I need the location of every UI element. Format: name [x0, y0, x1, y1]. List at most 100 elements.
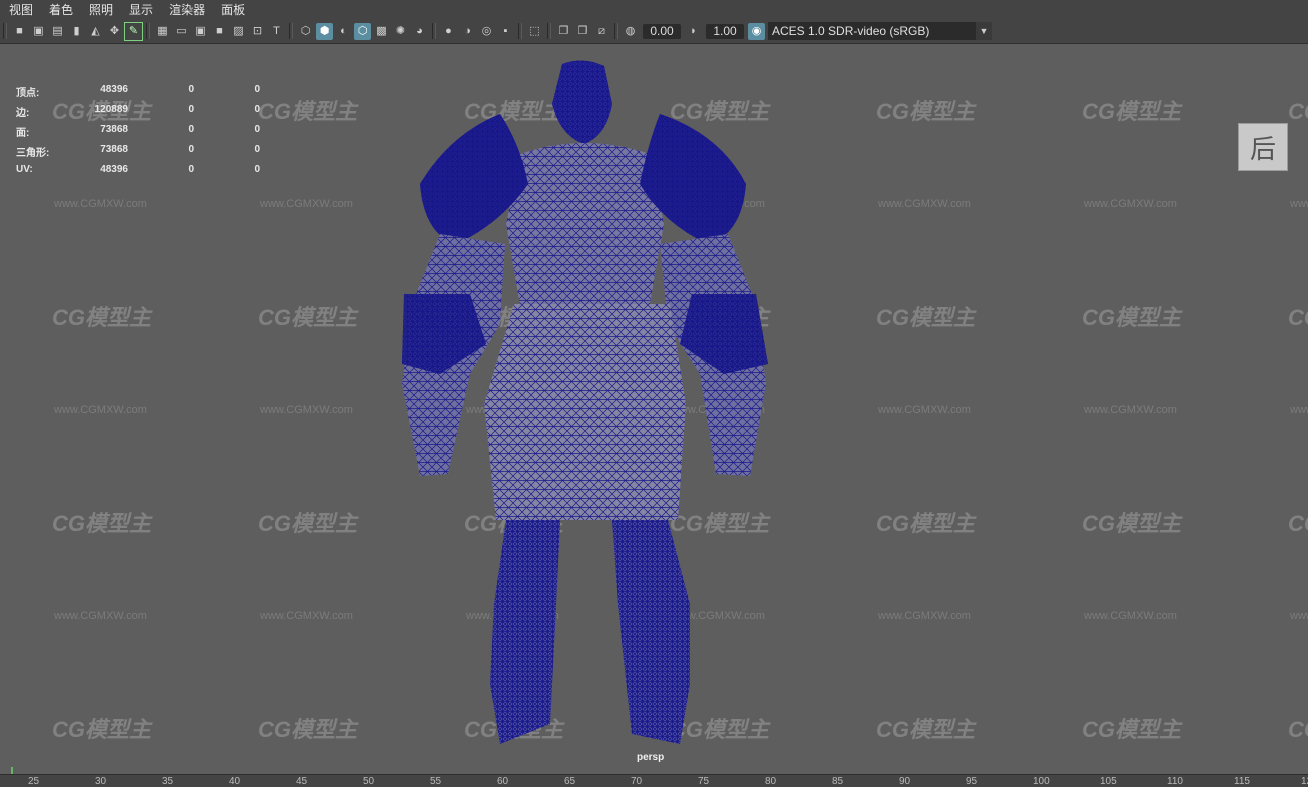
hud-value: 0: [254, 124, 260, 135]
timeline-tick-label: 30: [95, 776, 107, 787]
toolbar-separator: [432, 23, 436, 39]
chevron-down-icon: ▼: [976, 22, 992, 40]
xray-joints-icon[interactable]: ❐: [574, 23, 591, 40]
hud-row: UV: 48396 0 0: [16, 164, 260, 184]
menu-view[interactable]: 视图: [0, 1, 40, 18]
gate-mask-icon[interactable]: ■: [211, 23, 228, 40]
camera-name-label: persp: [637, 752, 665, 763]
timeline-tick-label: 70: [631, 776, 643, 787]
film-gate-icon[interactable]: ▭: [173, 23, 190, 40]
menu-show[interactable]: 显示: [120, 1, 160, 18]
hud-row: 三角形: 73868 0 0: [16, 144, 260, 164]
smooth-shade-icon[interactable]: ⬢: [316, 22, 333, 40]
toolbar-separator: [547, 23, 551, 39]
hud-value: 0: [254, 164, 260, 175]
ambient-occlusion-icon[interactable]: ●: [440, 23, 457, 40]
hud-value: 0: [188, 164, 194, 175]
timeline-tick-label: 45: [296, 776, 308, 787]
viewport-toolbar: ■ ▣ ▤ ▮ ◭ ✥ ✎ ▦ ▭ ▣ ■ ▨ ⊡ T ⬡ ⬢ ◐ ⬡ ▩ ✺ …: [0, 19, 1308, 44]
timeline-tick-label: 12: [1301, 776, 1308, 787]
safe-action-icon[interactable]: ⊡: [249, 23, 266, 40]
timeline-tick-label: 35: [162, 776, 174, 787]
grid-icon[interactable]: ▦: [154, 23, 171, 40]
timeline-tick-label: 85: [832, 776, 844, 787]
hud-value: 120889: [94, 104, 128, 115]
timeline-tick-label: 60: [497, 776, 509, 787]
timeline-tick-label: 110: [1167, 776, 1183, 787]
time-slider[interactable]: 25 30 35 40 45 50 55 60 65 70 75 80 85 90 95 100 105 110 1…: [0, 774, 1308, 787]
motion-blur-icon[interactable]: ◑: [459, 23, 476, 40]
menu-panels[interactable]: 面板: [212, 1, 252, 18]
viewcube-back[interactable]: 后: [1238, 123, 1288, 171]
shadows-icon[interactable]: ◕: [411, 23, 428, 40]
image-plane-icon[interactable]: ◭: [87, 23, 104, 40]
hud-value: 73868: [100, 124, 128, 135]
resolution-gate-icon[interactable]: ▣: [192, 23, 209, 40]
field-chart-icon[interactable]: ▨: [230, 23, 247, 40]
toolbar-separator: [146, 23, 150, 39]
menu-lighting[interactable]: 照明: [80, 1, 120, 18]
poly-count-hud: 顶点: 48396 0 0 边: 120889 0 0 面: 73868 0 0 三角形: 73868 0 0…: [16, 84, 260, 184]
anti-aliasing-icon[interactable]: ◎: [478, 23, 495, 40]
hud-label: 顶点:: [16, 88, 40, 99]
axis-gizmo: [11, 767, 13, 774]
timeline-tick-label: 75: [698, 776, 710, 787]
timeline-tick-label: 40: [229, 776, 241, 787]
depth-of-field-icon[interactable]: ▪: [497, 23, 514, 40]
textured-icon[interactable]: ▩: [373, 23, 390, 40]
hud-row: 顶点: 48396 0 0: [16, 84, 260, 104]
hud-value: 73868: [100, 144, 128, 155]
safe-title-icon[interactable]: T: [268, 23, 285, 40]
timeline-tick-label: 55: [430, 776, 442, 787]
bookmark-icon[interactable]: ▮: [68, 23, 85, 40]
gamma-icon[interactable]: ◗: [685, 23, 702, 40]
viewport-menubar: 视图 着色 照明 显示 渲染器 面板: [0, 0, 1308, 19]
hud-label: 面:: [16, 128, 30, 139]
hud-row: 边: 120889 0 0: [16, 104, 260, 124]
colorspace-value: ACES 1.0 SDR-video (sRGB): [772, 24, 930, 38]
hud-label: 边:: [16, 108, 30, 119]
hud-value: 0: [254, 144, 260, 155]
use-all-lights-icon[interactable]: ✺: [392, 23, 409, 40]
hud-label: UV:: [16, 164, 33, 175]
hud-value: 0: [188, 104, 194, 115]
menu-renderer[interactable]: 渲染器: [160, 1, 212, 18]
perspective-viewport[interactable]: CG模型主 www.CGMXW.com CG模型主 www.CGMXW.com CG模型…: [0, 44, 1308, 774]
timeline-tick-label: 50: [363, 776, 375, 787]
hud-value: 48396: [100, 84, 128, 95]
hud-value: 0: [254, 104, 260, 115]
hud-value: 0: [188, 144, 194, 155]
hud-value: 48396: [100, 164, 128, 175]
exposure-field[interactable]: 0.00: [643, 23, 681, 39]
timeline-tick-label: 80: [765, 776, 777, 787]
timeline-tick-label: 95: [966, 776, 978, 787]
toolbar-separator: [614, 23, 618, 39]
colorspace-dropdown[interactable]: ACES 1.0 SDR-video (sRGB) ▼: [768, 22, 992, 40]
timeline-tick-label: 100: [1033, 776, 1050, 787]
hud-label: 三角形:: [16, 148, 50, 159]
default-material-icon[interactable]: ◐: [335, 23, 352, 40]
wireframe-icon[interactable]: ⬡: [297, 23, 314, 40]
xray-icon[interactable]: ❐: [555, 23, 572, 40]
isolate-select-icon[interactable]: ⬚: [526, 23, 543, 40]
hud-row: 面: 73868 0 0: [16, 124, 260, 144]
two-d-pan-icon[interactable]: ✥: [106, 23, 123, 40]
timeline-tick-label: 105: [1100, 776, 1117, 787]
camera-select-icon[interactable]: ■: [11, 23, 28, 40]
camera-attributes-icon[interactable]: ▣: [30, 23, 47, 40]
xray-components-icon[interactable]: ⧄: [593, 23, 610, 40]
grease-pencil-icon[interactable]: ✎: [124, 21, 143, 41]
toolbar-separator: [289, 23, 293, 39]
menu-shading[interactable]: 着色: [40, 1, 80, 18]
color-management-icon[interactable]: ◉: [748, 22, 765, 40]
wireframe-on-shaded-icon[interactable]: ⬡: [354, 22, 371, 40]
timeline-tick-label: 65: [564, 776, 576, 787]
toolbar-separator: [518, 23, 522, 39]
toolbar-separator: [3, 23, 7, 39]
timeline-tick-label: 115: [1234, 776, 1250, 787]
hud-value: 0: [188, 84, 194, 95]
bookmark-camera-icon[interactable]: ▤: [49, 23, 66, 40]
hud-value: 0: [254, 84, 260, 95]
exposure-icon[interactable]: ◍: [622, 23, 639, 40]
gamma-field[interactable]: 1.00: [706, 23, 744, 39]
